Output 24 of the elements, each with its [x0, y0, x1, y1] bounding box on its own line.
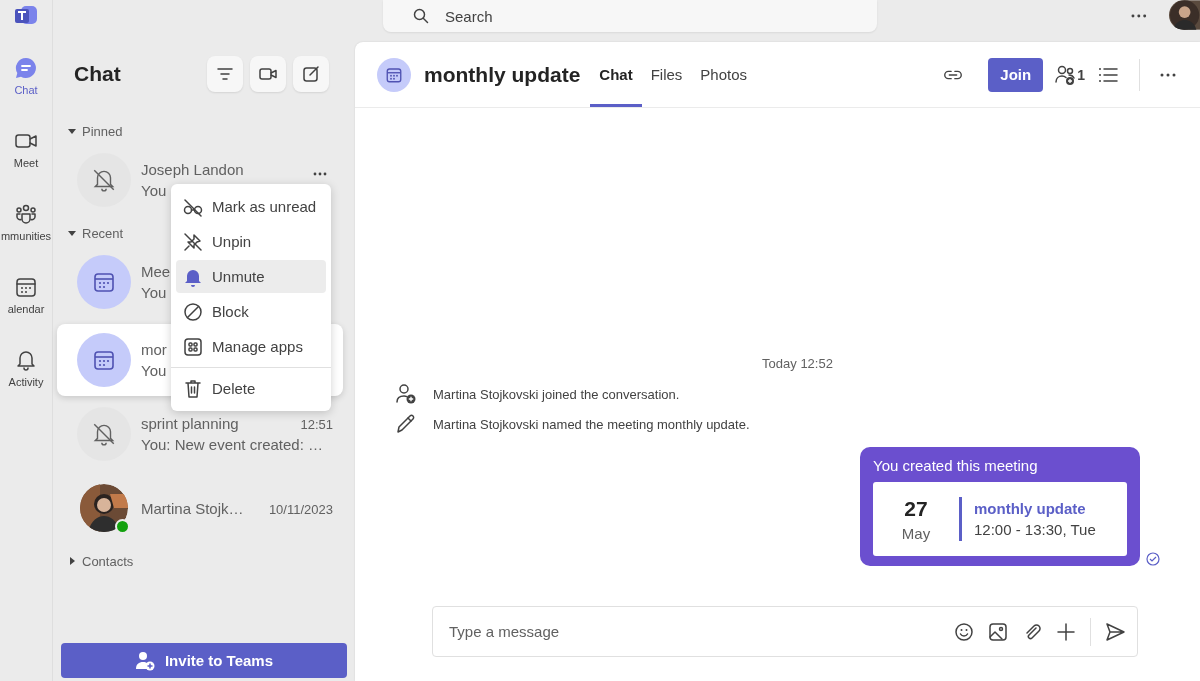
date-month: May — [900, 524, 932, 542]
meeting-title: monthly update — [974, 500, 1087, 517]
date-day: 27 — [873, 496, 959, 521]
event-text: Martina Stojkovski named the meeting monthly update. — [433, 416, 750, 432]
section-label: Contacts — [82, 553, 134, 569]
event-text: Martina Stojkovski joined the conversation. — [433, 386, 680, 402]
section-label: Pinned — [82, 123, 123, 139]
chat-name: mor — [141, 341, 167, 358]
timestamp: Today 12:52 — [761, 356, 834, 371]
meeting-time: 12:00 - 13:30, Tue — [974, 521, 1096, 538]
chat-name: Martina Stojk… — [141, 499, 244, 517]
chat-preview: You — [141, 362, 168, 379]
chat-time: 10/11/2023 — [268, 501, 333, 517]
chat-preview: You — [141, 284, 168, 301]
section-label: Recent — [82, 225, 124, 241]
conversation-title: monthly update — [424, 62, 581, 87]
chat-preview: You: New event created: … — [141, 436, 325, 453]
message-text: You created this meeting — [873, 457, 1039, 474]
chat-name: Joseph Landon — [141, 161, 244, 178]
chat-preview: You — [141, 182, 168, 199]
chat-name: sprint planning — [141, 415, 239, 432]
chat-name: Mee — [141, 263, 171, 280]
list-title: Chat — [74, 62, 121, 86]
chat-time: 12:51 — [300, 417, 333, 432]
